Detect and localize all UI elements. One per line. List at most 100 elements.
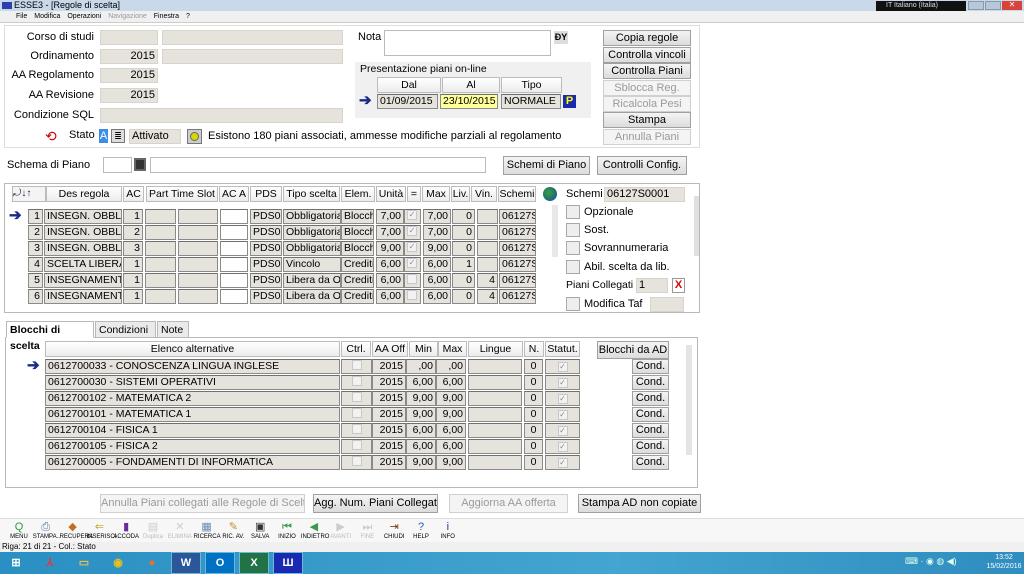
cell-empty[interactable] (178, 225, 218, 240)
aa-regolamento-field[interactable]: 2015 (100, 68, 158, 83)
ordinamento-field[interactable]: 2015 (100, 49, 158, 64)
cell-liv[interactable]: 1 (452, 257, 475, 272)
cell-des[interactable]: INSEGNAMENT (44, 289, 122, 304)
cell-min[interactable]: ,00 (406, 359, 436, 374)
cell-unita[interactable]: 6,00 (376, 273, 404, 288)
cell-lingue[interactable] (468, 455, 522, 470)
cell-empty[interactable] (145, 225, 176, 240)
ctrl-checkbox[interactable] (341, 423, 372, 438)
cell-vin[interactable] (477, 257, 498, 272)
cell-name[interactable]: 0612700033 - CONOSCENZA LINGUA INGLESE (45, 359, 340, 374)
maximize-button[interactable] (985, 1, 1001, 10)
cell-elem[interactable]: Blocchi (341, 209, 374, 224)
cell-pds[interactable]: PDS0- (250, 273, 282, 288)
cell-n[interactable]: 0 (524, 375, 543, 390)
statut-checkbox[interactable]: ✓ (545, 455, 580, 470)
cell-tipo[interactable]: Libera da O (283, 273, 341, 288)
rules-header-schemi[interactable]: Schemi (498, 186, 536, 202)
cell-empty[interactable] (220, 209, 248, 224)
cell-des[interactable]: INSEGN. OBBL (44, 241, 122, 256)
controlla-vincoli-button[interactable]: Controlla vincoli (603, 47, 691, 63)
cell-empty[interactable] (145, 241, 176, 256)
globe-icon[interactable] (543, 187, 557, 201)
cell-unita[interactable]: 7,00 (376, 209, 404, 224)
save-icon[interactable] (134, 158, 146, 171)
cell-empty[interactable] (220, 225, 248, 240)
cell-ac[interactable]: 2 (123, 225, 143, 240)
inserisci-tool-button[interactable]: ⇐ INSERISCI (86, 521, 116, 540)
sovrannumeraria-checkbox[interactable] (566, 241, 580, 255)
windows-start-icon[interactable]: ⊞ (2, 553, 30, 573)
cell-schemi[interactable]: 06127S (499, 209, 536, 224)
cell-tipo[interactable]: Obbligatoria (283, 225, 341, 240)
cell-tipo[interactable]: Libera da O (283, 289, 341, 304)
cell-lingue[interactable] (468, 423, 522, 438)
schema-desc-field[interactable] (150, 157, 486, 173)
tab-blocchi-di-scelta[interactable]: Blocchi di scelta (6, 321, 94, 352)
explorer-icon[interactable]: ▭ (70, 553, 98, 573)
cell-elem[interactable]: Crediti (341, 273, 374, 288)
cell-max[interactable]: 9,00 (436, 455, 466, 470)
schema-code-field[interactable] (103, 157, 132, 173)
controlli-config-button[interactable]: Controlli Config. (597, 156, 687, 175)
cell-aa[interactable]: 2015 (372, 407, 406, 422)
cell-vin[interactable] (477, 209, 498, 224)
stampa-tool-button[interactable]: ⎙ STAMPA.. (33, 521, 60, 540)
cell-liv[interactable]: 0 (452, 241, 475, 256)
ctrl-checkbox[interactable] (341, 455, 372, 470)
cell-name[interactable]: 0612700102 - MATEMATICA 2 (45, 391, 340, 406)
cell-aa[interactable]: 2015 (372, 359, 406, 374)
cell-empty[interactable] (145, 257, 176, 272)
cell-aa[interactable]: 2015 (372, 391, 406, 406)
cell-lingue[interactable] (468, 359, 522, 374)
cell-empty[interactable] (178, 289, 218, 304)
cell-max[interactable]: 6,00 (423, 273, 451, 288)
cell-name[interactable]: 0612700104 - FISICA 1 (45, 423, 340, 438)
cell-liv[interactable]: 0 (452, 225, 475, 240)
inizio-tool-button[interactable]: ⏮ INIZIO (274, 521, 300, 540)
blocks-header-aa-off[interactable]: AA Off (372, 341, 408, 357)
clear-x-icon[interactable]: X (672, 278, 685, 293)
cond-button[interactable]: Cond. (632, 455, 669, 470)
cell-pds[interactable]: PDS0- (250, 257, 282, 272)
ctrl-checkbox[interactable] (341, 439, 372, 454)
cell-vin[interactable]: 4 (477, 289, 498, 304)
ric-av-tool-button[interactable]: ✎ RIC. AV. (220, 521, 246, 540)
dal-field[interactable]: 01/09/2015 (377, 94, 438, 109)
cell-n[interactable]: 5 (28, 273, 43, 288)
stampa-button[interactable]: Stampa (603, 112, 691, 128)
cell-lingue[interactable] (468, 375, 522, 390)
rules-scrollbar[interactable] (552, 205, 558, 257)
tab-note[interactable]: Note (157, 321, 189, 338)
ctrl-checkbox[interactable] (341, 391, 372, 406)
menu-finestra[interactable]: Finestra (154, 13, 179, 20)
cell-empty[interactable] (178, 241, 218, 256)
cell-max[interactable]: 9,00 (436, 391, 466, 406)
rules-header-des-regola[interactable]: Des regola (46, 186, 122, 202)
annulla-piani-button[interactable]: Annulla Piani (603, 129, 691, 145)
cell-elem[interactable]: Blocchi (341, 241, 374, 256)
stato-code[interactable]: A (99, 129, 108, 143)
cell-pds[interactable]: PDS0- (250, 225, 282, 240)
cell-empty[interactable] (178, 257, 218, 272)
blocks-header-max[interactable]: Max (438, 341, 467, 357)
aggiorna-aa-offerta-button[interactable]: Aggiorna AA offerta (449, 494, 568, 513)
cell-n[interactable]: 0 (524, 407, 543, 422)
rules-header-liv[interactable]: Liv. (451, 186, 470, 202)
cell-ac[interactable]: 1 (123, 209, 143, 224)
blocks-header-min[interactable]: Min (409, 341, 438, 357)
rules-header-ac[interactable]: AC (123, 186, 144, 202)
cell-n[interactable]: 0 (524, 359, 543, 374)
cell-lingue[interactable] (468, 391, 522, 406)
info-tool-button[interactable]: i INFO (435, 521, 461, 540)
cond-button[interactable]: Cond. (632, 407, 669, 422)
equal-checkbox[interactable]: ✓ (404, 241, 421, 256)
document-icon[interactable]: ≣ (111, 129, 125, 143)
cell-des[interactable]: INSEGNAMENT (44, 273, 122, 288)
cell-tipo[interactable]: Vincolo (283, 257, 341, 272)
cell-schemi[interactable]: 06127S (499, 257, 536, 272)
cell-ac[interactable]: 1 (123, 273, 143, 288)
blocks-header-statut[interactable]: Statut. (545, 341, 580, 357)
rules-header-elem[interactable]: Elem. (341, 186, 375, 202)
cell-des[interactable]: INSEGN. OBBL (44, 209, 122, 224)
